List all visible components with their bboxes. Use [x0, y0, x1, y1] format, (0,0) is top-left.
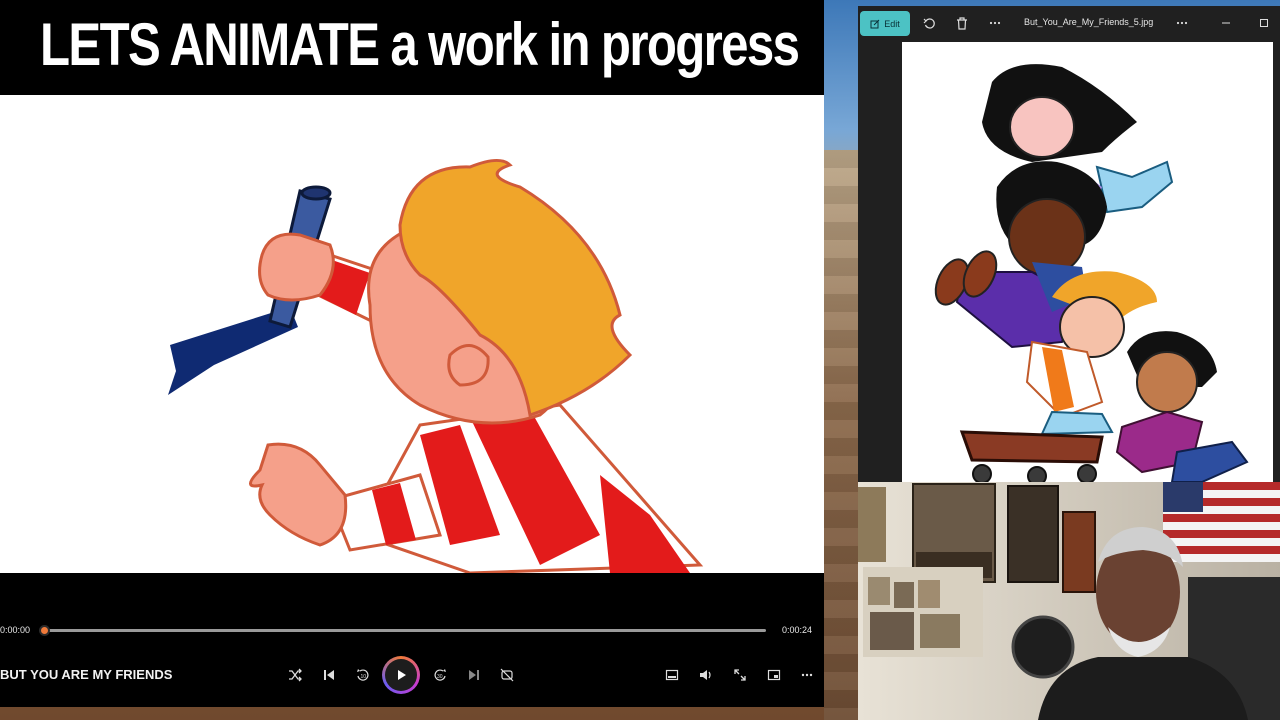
rotate-icon: [923, 17, 935, 29]
ear: [447, 344, 490, 387]
cast-icon: [767, 669, 781, 681]
previous-icon: [324, 670, 334, 680]
rotate-button[interactable]: [920, 14, 938, 32]
shuffle-icon: [289, 668, 302, 682]
seek-bar[interactable]: [39, 625, 766, 636]
friends-cartoon-image: [934, 64, 1249, 482]
photos-toolbar: Edit But_You_Are_My_Friends_5.jpg: [858, 6, 1280, 40]
playback-controls: 0:00:00 0:00:24 BUT YOU ARE MY FRIENDS 1…: [0, 573, 824, 707]
volume-button[interactable]: [693, 662, 719, 688]
edit-label: Edit: [884, 18, 900, 29]
miniplayer-icon: [665, 669, 679, 681]
fullscreen-button[interactable]: [727, 662, 753, 688]
svg-text:30: 30: [437, 674, 443, 680]
rewind-button[interactable]: 10: [350, 662, 376, 688]
repeat-icon: [500, 668, 514, 682]
rewind-10-icon: 10: [357, 669, 369, 681]
desktop-wallpaper-strip: [824, 150, 858, 720]
next-icon: [469, 670, 479, 680]
seek-thumb[interactable]: [39, 625, 50, 636]
play-button-inner: [385, 659, 417, 691]
wagon: [959, 430, 1104, 482]
track-title: BUT YOU ARE MY FRIENDS: [0, 667, 173, 682]
more-button[interactable]: [794, 662, 820, 688]
toolbar-more-button[interactable]: [986, 14, 1004, 32]
poster: [1062, 511, 1096, 593]
webcam-feed: [858, 482, 1280, 720]
edit-icon: [870, 19, 880, 28]
banner-title: LETS ANIMATE a work in progress: [40, 11, 800, 78]
current-time: 0:00:00: [0, 625, 31, 635]
video-banner: LETS ANIMATE a work in progress: [0, 0, 824, 95]
media-player-window: LETS ANIMATE a work in progress 0:00:00 …: [0, 0, 824, 707]
video-frame[interactable]: [0, 95, 824, 573]
delete-button[interactable]: [953, 14, 971, 32]
poster: [1007, 485, 1059, 583]
maximize-button[interactable]: [1255, 14, 1273, 32]
previous-button[interactable]: [316, 662, 342, 688]
trash-icon: [957, 16, 967, 30]
more-icon: [1176, 21, 1188, 25]
minimize-button[interactable]: [1217, 14, 1235, 32]
miniplayer-button[interactable]: [659, 662, 685, 688]
photo-canvas[interactable]: [902, 42, 1273, 482]
cast-button[interactable]: [761, 662, 787, 688]
american-flag: [1163, 482, 1280, 562]
photos-app-window: Edit But_You_Are_My_Friends_5.jpg: [858, 6, 1280, 482]
more-icon: [801, 673, 813, 677]
more-icon: [989, 21, 1001, 25]
duration: 0:00:24: [782, 625, 813, 635]
volume-icon: [700, 670, 711, 680]
repeat-button[interactable]: [494, 662, 520, 688]
pushing-boy-character: [1115, 331, 1249, 482]
forward-30-icon: 30: [434, 669, 446, 681]
fullscreen-icon: [734, 669, 746, 681]
edit-button[interactable]: Edit: [860, 11, 910, 36]
shuffle-button[interactable]: [282, 662, 308, 688]
cartoon-boy-drawing: [168, 159, 704, 573]
play-icon: [398, 670, 406, 680]
forward-button[interactable]: 30: [427, 662, 453, 688]
poster: [858, 487, 886, 562]
next-button[interactable]: [461, 662, 487, 688]
webcam-scene: [858, 482, 1280, 720]
maximize-icon: [1260, 19, 1268, 27]
minimize-icon: [1222, 22, 1230, 24]
desk-fan: [1011, 615, 1075, 679]
title-more-button[interactable]: [1173, 14, 1191, 32]
file-name: But_You_Are_My_Friends_5.jpg: [1024, 17, 1154, 27]
svg-text:10: 10: [361, 674, 367, 680]
play-button[interactable]: [382, 656, 420, 694]
fist: [258, 232, 335, 302]
